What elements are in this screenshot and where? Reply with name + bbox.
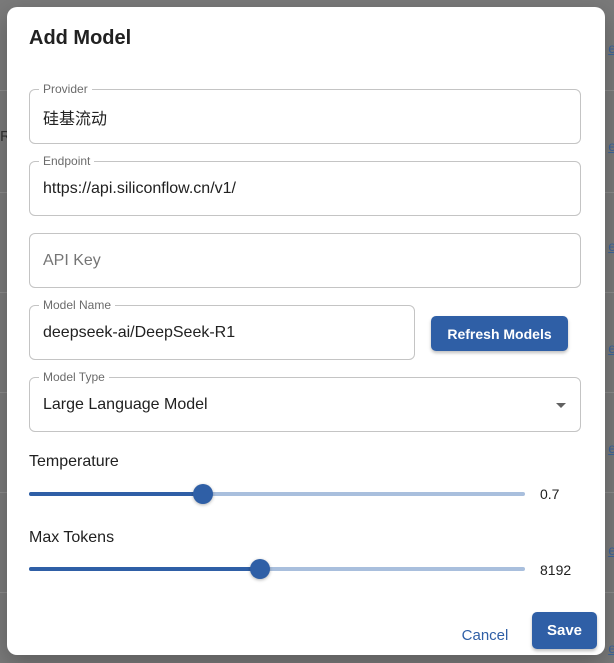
endpoint-field[interactable]: Endpoint https://api.siliconflow.cn/v1/: [29, 154, 581, 216]
api-key-placeholder: API Key: [43, 251, 101, 269]
max-tokens-slider-thumb[interactable]: [250, 559, 271, 579]
provider-value: 硅基流动: [43, 110, 108, 128]
refresh-models-button[interactable]: Refresh Models: [431, 316, 568, 351]
background-link: e: [608, 440, 614, 456]
max-tokens-slider[interactable]: [29, 559, 525, 579]
background-link: e: [608, 138, 614, 154]
max-tokens-slider-track: [29, 567, 261, 571]
background-link: e: [608, 542, 614, 558]
temperature-slider-thumb[interactable]: [192, 484, 213, 504]
provider-field[interactable]: Provider 硅基流动: [29, 82, 581, 144]
temperature-slider[interactable]: [29, 484, 525, 504]
dialog-title: Add Model: [29, 27, 132, 49]
api-key-field[interactable]: API Key: [29, 233, 581, 288]
model-name-field[interactable]: Model Name deepseek-ai/DeepSeek-R1: [29, 298, 415, 360]
endpoint-value: https://api.siliconflow.cn/v1/: [43, 179, 236, 197]
caret-down-icon[interactable]: [556, 403, 566, 408]
save-button[interactable]: Save: [532, 612, 597, 649]
model-type-value: Large Language Model: [43, 395, 208, 413]
cancel-button[interactable]: Cancel: [453, 618, 517, 652]
max-tokens-value: 8192: [540, 562, 572, 578]
temperature-value: 0.7: [540, 486, 560, 502]
add-model-dialog: Add Model Provider 硅基流动 Endpoint https:/…: [7, 7, 605, 655]
temperature-label: Temperature: [29, 453, 119, 470]
background-link: e: [608, 238, 614, 254]
background-link: e: [608, 340, 614, 356]
model-type-select[interactable]: Model Type Large Language Model: [29, 370, 581, 432]
background-link: e: [608, 40, 614, 56]
temperature-slider-track: [29, 492, 203, 496]
background-link: e: [608, 640, 614, 656]
max-tokens-label: Max Tokens: [29, 529, 115, 546]
model-name-value: deepseek-ai/DeepSeek-R1: [43, 323, 236, 341]
